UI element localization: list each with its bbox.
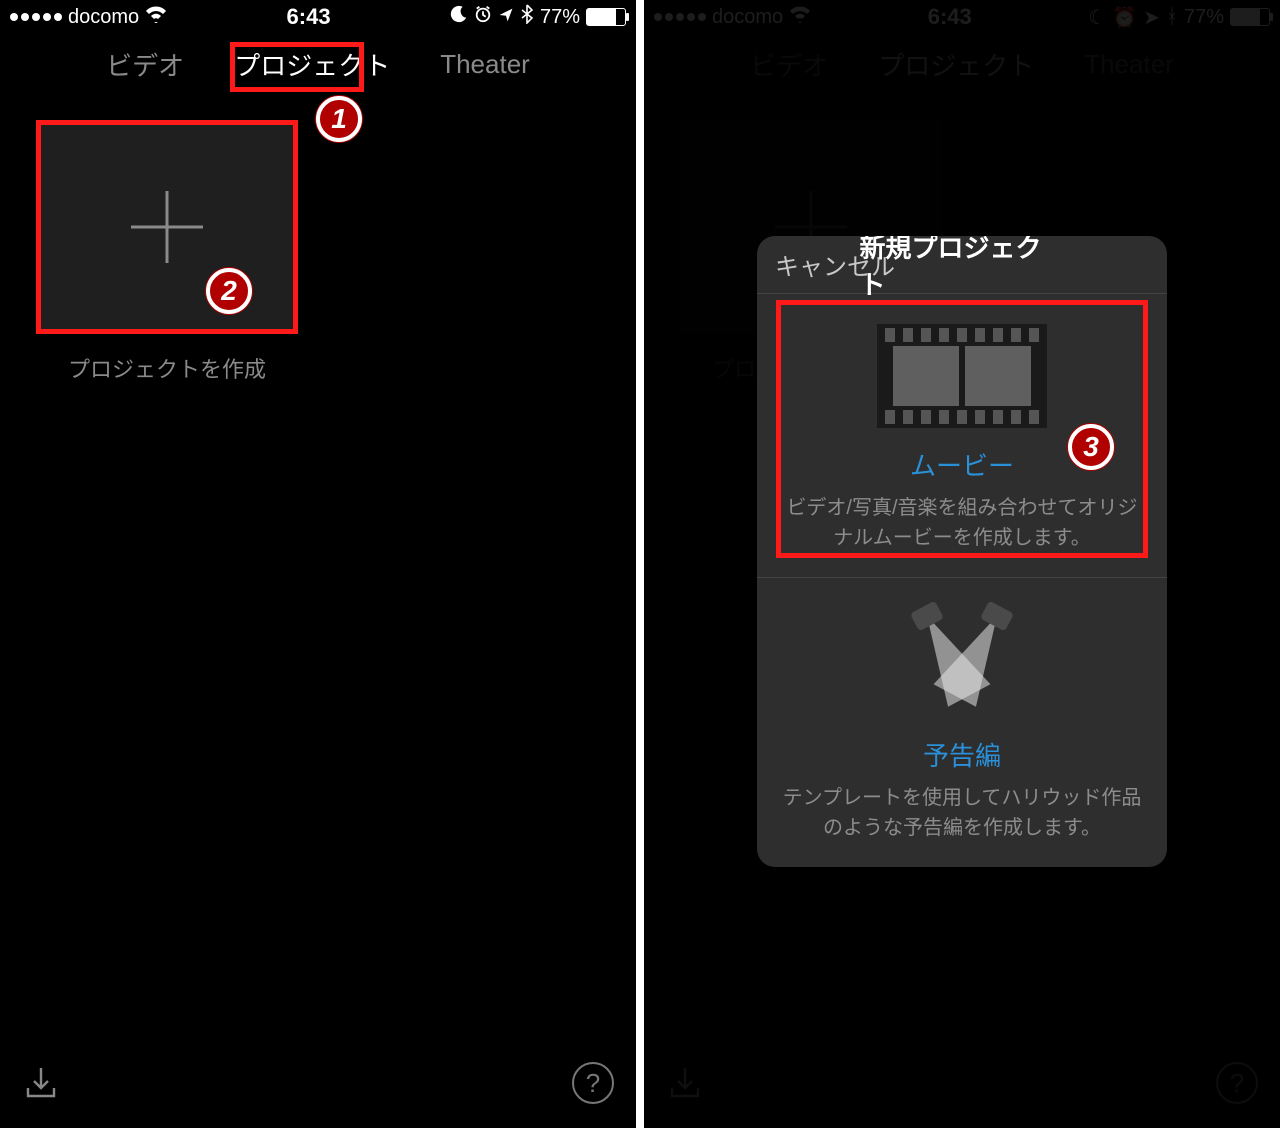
modal-header: キャンセル 新規プロジェクト: [757, 236, 1167, 294]
spotlights-icon: [877, 608, 1047, 718]
create-project-caption: プロジェクトを作成: [36, 352, 298, 384]
top-tabs: ビデオ プロジェクト Theater: [0, 34, 636, 94]
new-project-modal: キャンセル 新規プロジェクト ムービー ビデオ/写真/音楽を組み合わせてオリジナ…: [757, 236, 1167, 867]
carrier-label: docomo: [68, 6, 139, 29]
option-trailer-desc: テンプレートを使用してハリウッド作品のような予告編を作成します。: [781, 783, 1143, 843]
option-trailer[interactable]: 予告編 テンプレートを使用してハリウッド作品のような予告編を作成します。: [757, 578, 1167, 867]
option-movie-desc: ビデオ/写真/音楽を組み合わせてオリジナルムービーを作成します。: [781, 493, 1143, 553]
wifi-icon: [145, 5, 167, 29]
tab-theater[interactable]: Theater: [440, 49, 530, 80]
phone-screen-right: docomo 6:43 ☾ ⏰ ➤ ᚼ 77% ビデオ プロジェクト Theat…: [644, 0, 1280, 1128]
phone-screen-left: docomo 6:43 77% ビデオ プロジェクト Theater: [0, 0, 636, 1128]
tab-projects[interactable]: プロジェクト: [234, 46, 390, 83]
create-project-tile[interactable]: [36, 120, 298, 334]
status-bar: docomo 6:43 77%: [0, 0, 636, 34]
import-icon[interactable]: [22, 1064, 60, 1102]
tab-video[interactable]: ビデオ: [106, 46, 184, 83]
plus-icon: [131, 191, 203, 263]
create-area: プロジェクトを作成: [0, 120, 636, 384]
option-movie[interactable]: ムービー ビデオ/写真/音楽を組み合わせてオリジナルムービーを作成します。: [757, 294, 1167, 578]
option-movie-title: ムービー: [781, 446, 1143, 483]
status-left: docomo: [10, 5, 167, 29]
option-trailer-title: 予告編: [781, 736, 1143, 773]
alarm-icon: [474, 5, 492, 29]
bottom-toolbar: ?: [0, 1038, 636, 1128]
help-icon[interactable]: ?: [572, 1062, 614, 1104]
do-not-disturb-icon: [450, 5, 468, 29]
location-icon: [498, 6, 514, 29]
modal-title: 新規プロジェクト: [860, 236, 1065, 302]
status-right: 77%: [450, 4, 626, 30]
battery-pct: 77%: [540, 6, 580, 29]
clock: 6:43: [287, 4, 331, 30]
bluetooth-icon: [520, 4, 534, 30]
battery-icon: [586, 8, 626, 26]
signal-strength-icon: [10, 13, 62, 21]
filmstrip-icon: [877, 324, 1047, 428]
